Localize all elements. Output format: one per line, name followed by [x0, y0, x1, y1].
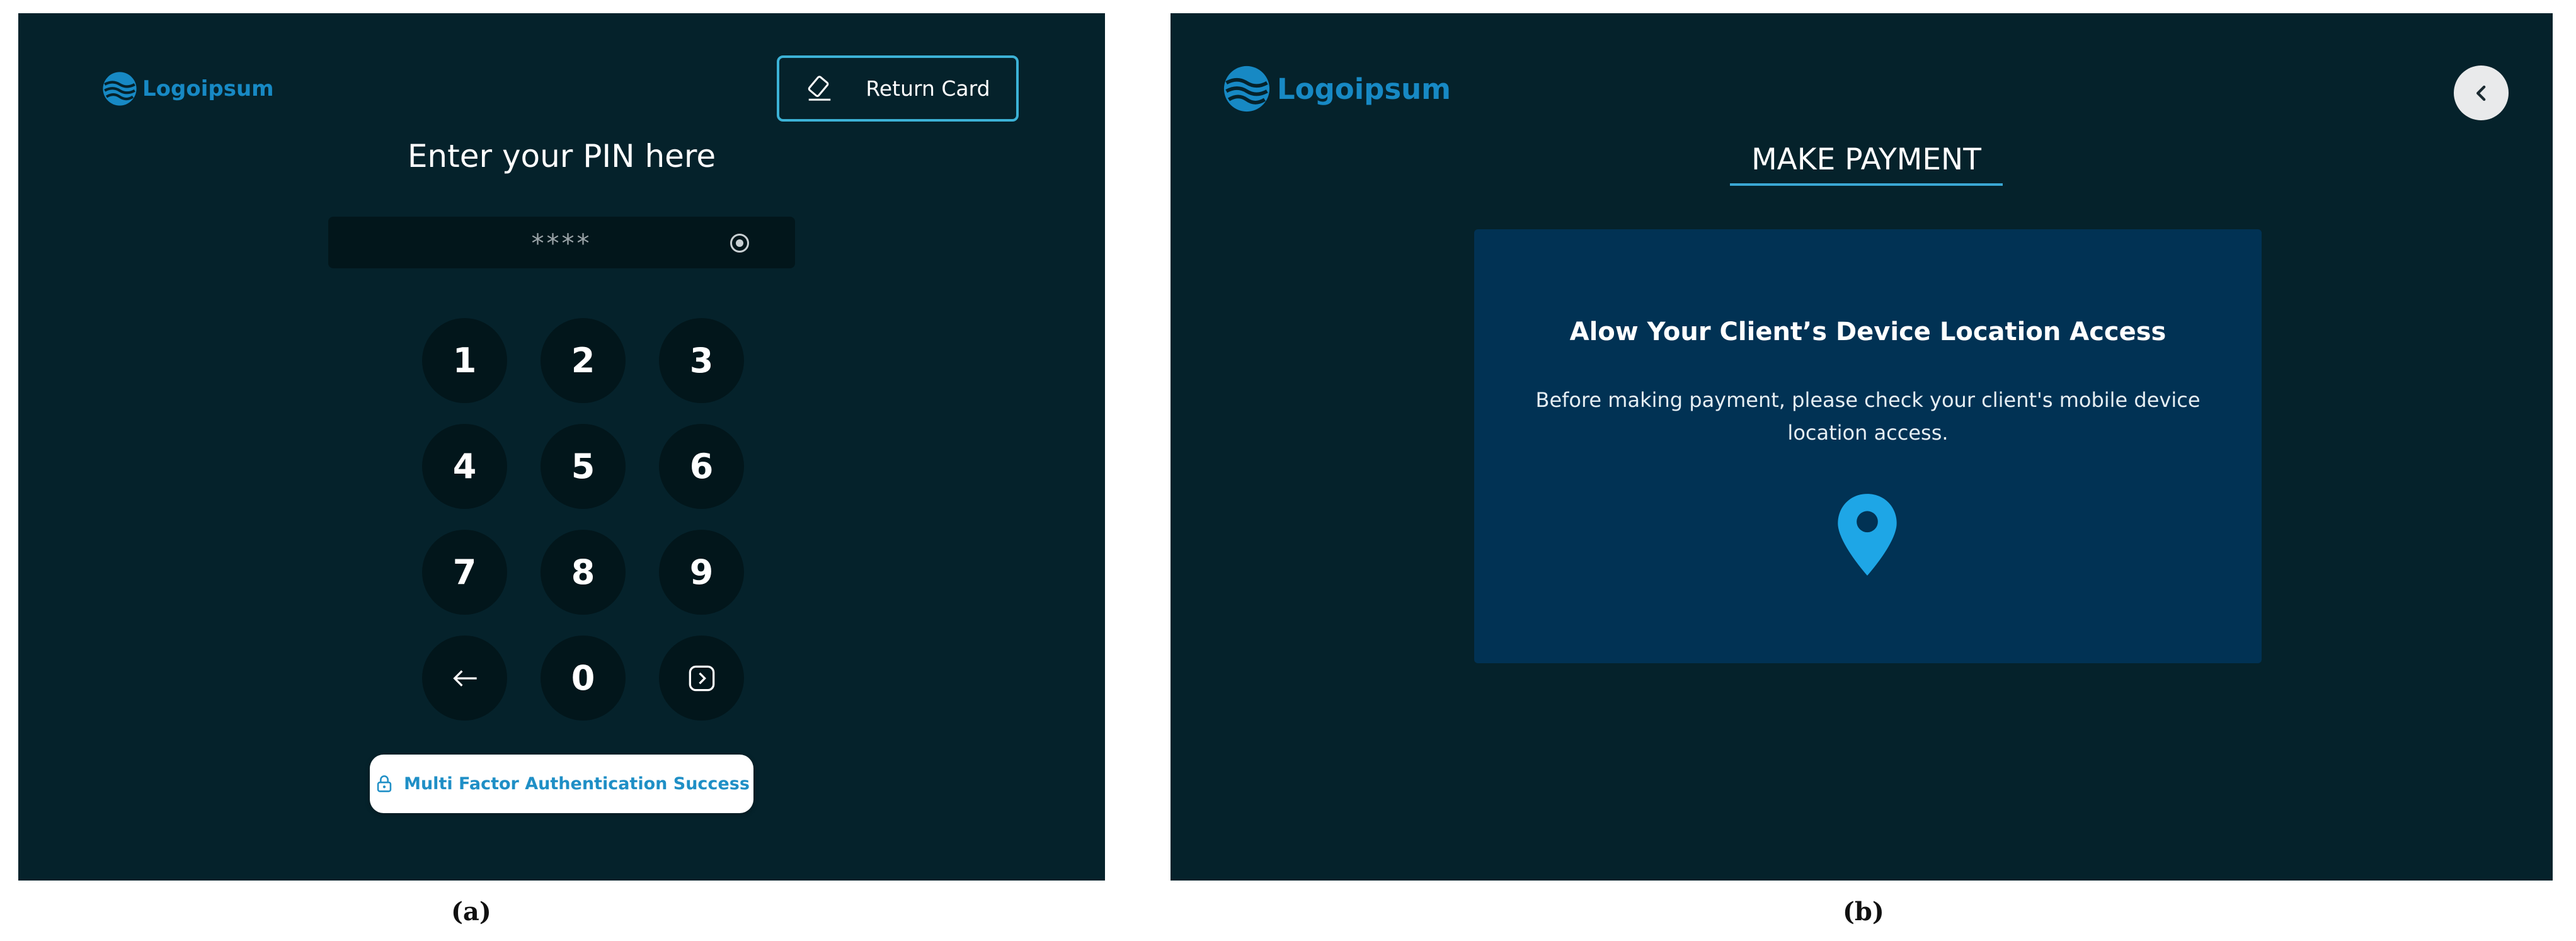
key-7[interactable]: 7 [422, 530, 507, 615]
title-underline [1730, 183, 2003, 186]
logo-wave-icon [103, 72, 137, 106]
return-card-label: Return Card [866, 76, 990, 101]
key-1[interactable]: 1 [422, 318, 507, 403]
key-0[interactable]: 0 [541, 636, 626, 721]
key-5[interactable]: 5 [541, 424, 626, 509]
logo-text: Logoipsum [142, 76, 274, 101]
clear-circle-icon[interactable] [728, 232, 751, 254]
card-body: Before making payment, please check your… [1535, 388, 2201, 445]
location-pin-icon [1838, 494, 1897, 576]
arrow-left-icon [452, 670, 477, 687]
submit-key[interactable] [659, 636, 744, 721]
key-4[interactable]: 4 [422, 424, 507, 509]
page-title: MAKE PAYMENT [1751, 142, 1981, 177]
key-3[interactable]: 3 [659, 318, 744, 403]
card-eject-icon [808, 75, 831, 101]
pin-mask: **** [531, 229, 592, 258]
return-card-button[interactable]: Return Card [777, 55, 1019, 122]
logo-wave-icon [1223, 66, 1270, 112]
back-button[interactable] [2454, 66, 2509, 120]
key-9[interactable]: 9 [659, 530, 744, 615]
caption-a: (a) [451, 897, 491, 927]
key-2[interactable]: 2 [541, 318, 626, 403]
mfa-status-badge: Multi Factor Authentication Success [370, 755, 753, 813]
pin-entry-screen: Logoipsum Return Card Enter your PIN her… [18, 13, 1105, 881]
card-title: Alow Your Client’s Device Location Acces… [1569, 317, 2167, 346]
backspace-key[interactable] [422, 636, 507, 721]
pin-input[interactable]: **** [328, 217, 795, 268]
lock-icon [377, 775, 392, 792]
location-access-card: Alow Your Client’s Device Location Acces… [1474, 229, 2262, 663]
logo-text: Logoipsum [1277, 72, 1451, 106]
mfa-status-text: Multi Factor Authentication Success [404, 774, 750, 794]
chevron-left-icon [2476, 85, 2485, 101]
key-6[interactable]: 6 [659, 424, 744, 509]
logo: Logoipsum [1223, 65, 1451, 113]
key-8[interactable]: 8 [541, 530, 626, 615]
pin-title: Enter your PIN here [407, 138, 716, 174]
logo: Logoipsum [102, 71, 274, 106]
make-payment-screen: Logoipsum MAKE PAYMENT Alow Your Client’… [1171, 13, 2553, 881]
chevron-right-square-icon [689, 665, 714, 691]
caption-b: (b) [1843, 897, 1884, 927]
